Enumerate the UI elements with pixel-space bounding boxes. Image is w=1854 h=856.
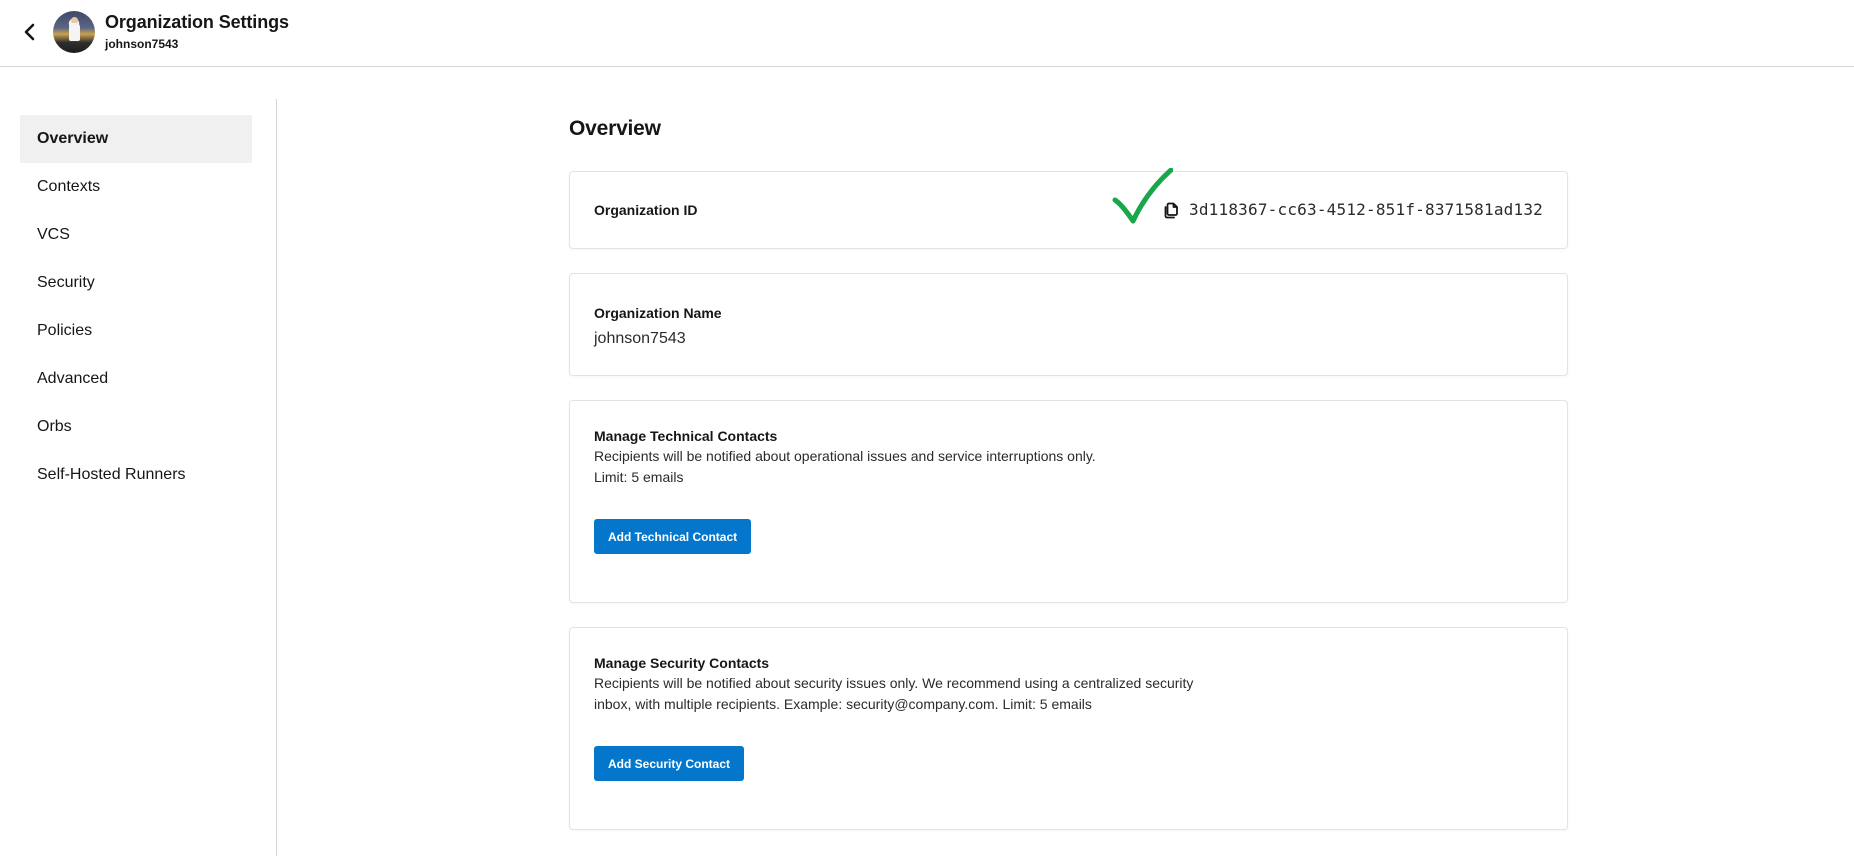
sidebar-item-label: Overview xyxy=(37,130,109,147)
sidebar-item-vcs[interactable]: VCS xyxy=(20,211,252,259)
copy-icon xyxy=(1164,202,1178,218)
top-bar: Organization Settings johnson7543 xyxy=(0,0,1854,67)
technical-contacts-description: Recipients will be notified about operat… xyxy=(594,448,1096,464)
settings-sidebar: Overview Contexts VCS Security Policies … xyxy=(20,115,252,499)
security-contacts-card: Manage Security Contacts Recipients will… xyxy=(569,627,1568,830)
sidebar-item-label: VCS xyxy=(37,226,70,243)
main-content: Overview Organization ID 3d118367-cc63-4… xyxy=(569,115,1568,830)
sidebar-divider xyxy=(276,99,277,856)
security-contacts-title: Manage Security Contacts xyxy=(594,655,770,671)
sidebar-item-policies[interactable]: Policies xyxy=(20,307,252,355)
page-header-title: Organization Settings xyxy=(105,12,289,32)
sidebar-item-self-hosted-runners[interactable]: Self-Hosted Runners xyxy=(20,451,252,499)
sidebar-item-label: Security xyxy=(37,274,95,291)
sidebar-item-label: Orbs xyxy=(37,418,72,435)
technical-contacts-card: Manage Technical Contacts Recipients wil… xyxy=(569,400,1568,603)
chevron-left-icon xyxy=(24,23,35,41)
copy-button[interactable] xyxy=(1163,201,1181,219)
sidebar-item-label: Policies xyxy=(37,322,93,339)
organization-id-group: 3d118367-cc63-4512-851f-8371581ad132 xyxy=(1163,200,1543,219)
avatar xyxy=(53,11,95,53)
sidebar-item-security[interactable]: Security xyxy=(20,259,252,307)
organization-name-card: Organization Name johnson7543 xyxy=(569,273,1568,376)
sidebar-item-label: Contexts xyxy=(37,178,101,195)
add-technical-contact-button[interactable]: Add Technical Contact xyxy=(594,519,752,554)
sidebar-item-overview[interactable]: Overview xyxy=(20,115,252,163)
organization-name-value: johnson7543 xyxy=(594,330,686,347)
page-title: Overview xyxy=(569,117,661,140)
organization-id-label: Organization ID xyxy=(594,202,698,218)
organization-id-card: Organization ID 3d118367-cc63-4512-851f-… xyxy=(569,168,1568,249)
sidebar-item-label: Self-Hosted Runners xyxy=(37,466,186,483)
sidebar-item-contexts[interactable]: Contexts xyxy=(20,163,252,211)
sidebar-item-advanced[interactable]: Advanced xyxy=(20,355,252,403)
security-contacts-description: Recipients will be notified about securi… xyxy=(594,675,1194,712)
technical-contacts-limit: Limit: 5 emails xyxy=(594,469,684,485)
back-button[interactable] xyxy=(18,20,42,44)
sidebar-item-label: Advanced xyxy=(37,370,109,387)
sidebar-item-orbs[interactable]: Orbs xyxy=(20,403,252,451)
org-handle: johnson7543 xyxy=(105,37,179,51)
add-security-contact-button[interactable]: Add Security Contact xyxy=(594,746,745,781)
organization-id-value: 3d118367-cc63-4512-851f-8371581ad132 xyxy=(1189,200,1543,219)
technical-contacts-title: Manage Technical Contacts xyxy=(594,428,778,444)
organization-name-label: Organization Name xyxy=(594,305,722,321)
